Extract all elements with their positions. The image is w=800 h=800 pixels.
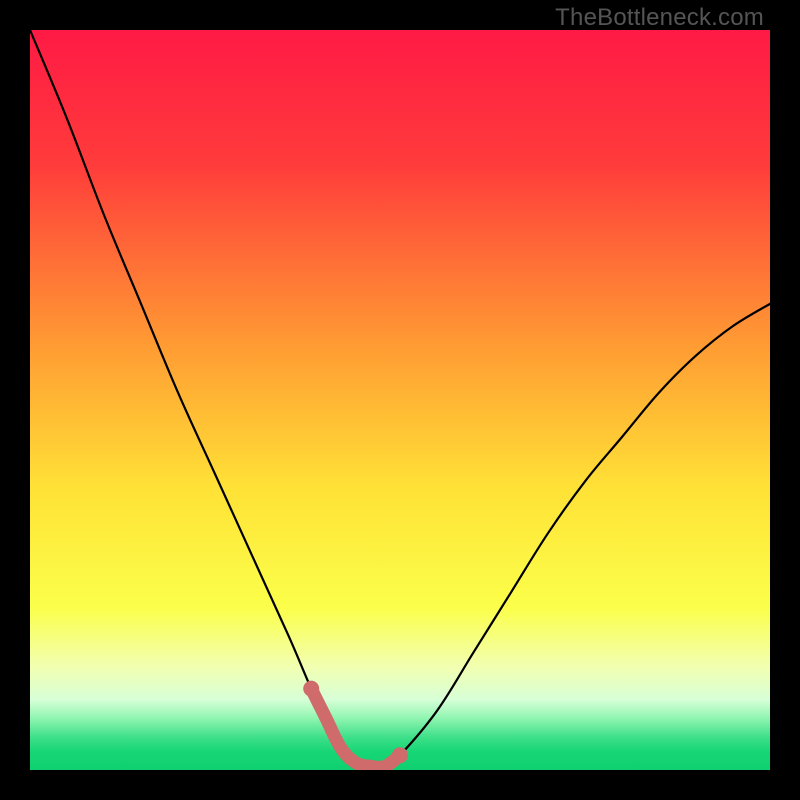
highlight-endpoint-dot xyxy=(392,747,408,763)
chart-frame: TheBottleneck.com xyxy=(0,0,800,800)
bottleneck-curve-svg xyxy=(30,30,770,770)
highlight-endpoint-dot xyxy=(303,681,319,697)
bottleneck-highlight-line xyxy=(311,689,400,768)
bottleneck-curve-line xyxy=(30,30,770,767)
plot-area xyxy=(30,30,770,770)
watermark-label: TheBottleneck.com xyxy=(555,4,764,32)
